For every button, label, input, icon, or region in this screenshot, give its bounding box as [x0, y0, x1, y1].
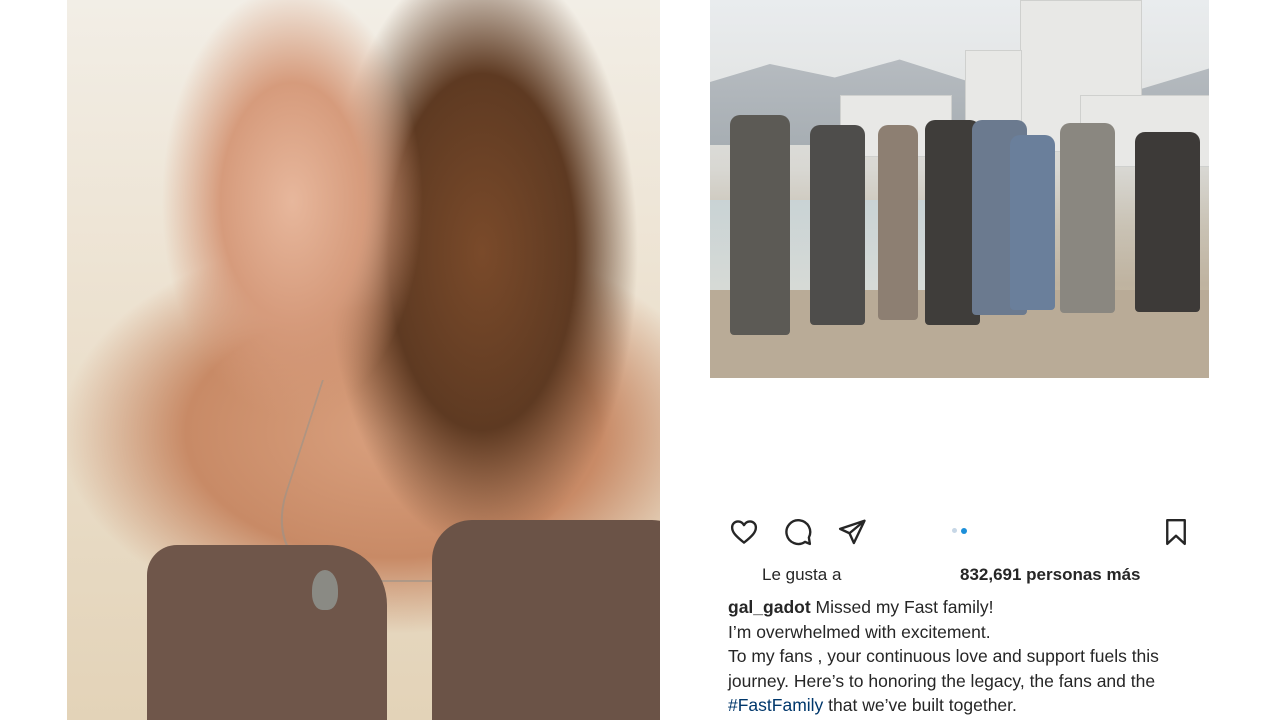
post-caption: gal_gadot Missed my Fast family! I’m ove… — [728, 595, 1198, 718]
person — [1010, 135, 1055, 310]
person — [810, 125, 865, 325]
caption-line-4: journey. Here’s to honoring the legacy, … — [728, 670, 1156, 691]
save-button[interactable] — [1160, 516, 1192, 548]
caption-text: Missed my Fast family! — [815, 597, 994, 617]
person — [878, 125, 918, 320]
carousel-indicator — [952, 527, 967, 534]
person — [730, 115, 790, 335]
caption-line-3: To my fans , your continuous love and su… — [728, 646, 1159, 666]
person — [1060, 123, 1115, 313]
tank-top-right — [432, 520, 660, 720]
carousel-dot — [952, 528, 957, 533]
tank-top-left — [147, 545, 387, 720]
caption-line-5: #FastFamily that we’ve built together. — [728, 693, 1198, 718]
caption-line-1: gal_gadot Missed my Fast family! — [728, 595, 1198, 620]
like-button[interactable] — [728, 516, 760, 548]
hashtag-link[interactable]: #FastFamily — [728, 695, 823, 715]
likes-prefix: Le gusta a — [762, 565, 842, 584]
comment-button[interactable] — [782, 516, 814, 548]
carousel-dot-active — [961, 527, 967, 534]
share-button[interactable] — [836, 516, 868, 548]
likes-count[interactable]: 832,691 personas más — [960, 565, 1141, 585]
send-icon — [838, 519, 866, 545]
heart-icon — [730, 520, 758, 544]
bookmark-icon — [1166, 518, 1186, 546]
caption-line-2: I’m overwhelmed with excitement. — [728, 621, 991, 642]
caption-end: that we’ve built together. — [823, 695, 1017, 715]
portrait-photo — [67, 0, 660, 720]
username-link[interactable]: gal_gadot — [728, 597, 811, 617]
post-image-beach-group[interactable] — [710, 0, 1209, 378]
necklace-pendant — [312, 570, 338, 610]
comment-icon — [785, 519, 812, 546]
person — [1135, 132, 1200, 312]
